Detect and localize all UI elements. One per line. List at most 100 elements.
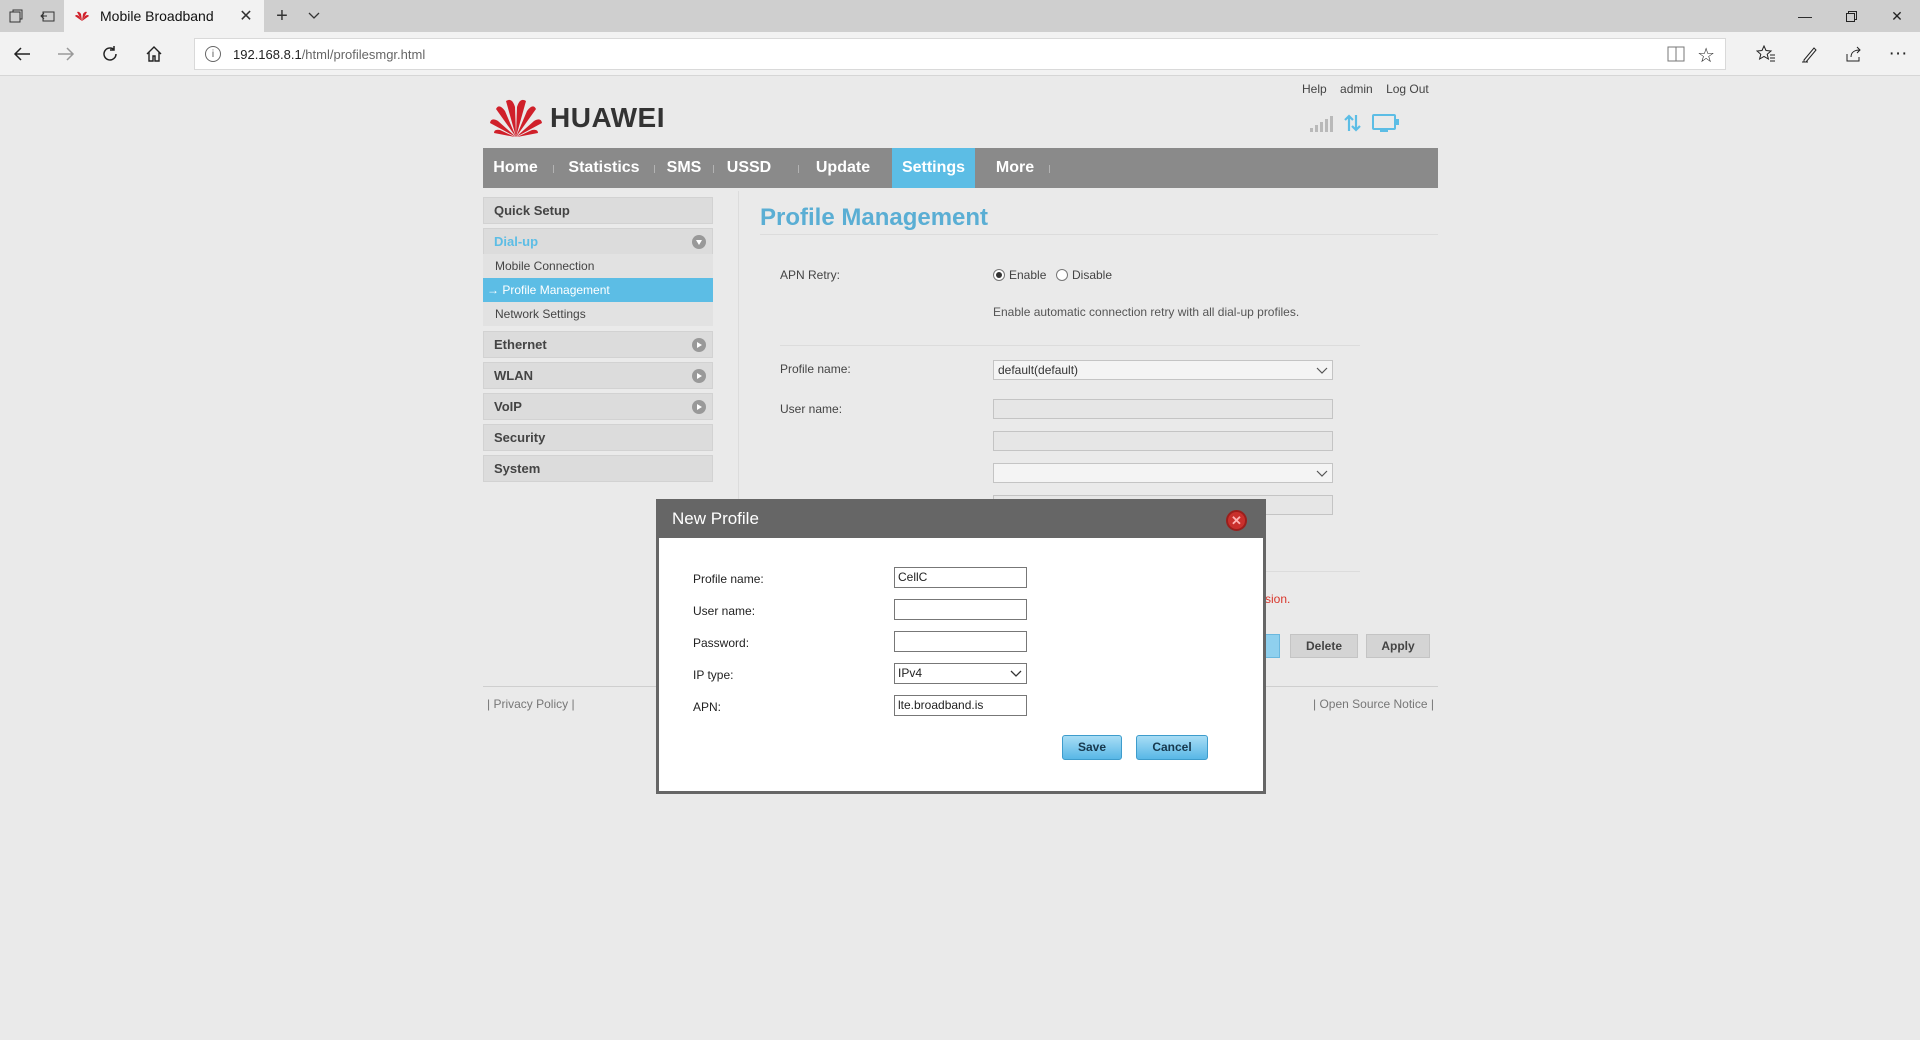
sidebar-dial-up-label: Dial-up	[494, 234, 539, 249]
sidebar-item-profile-management[interactable]: → Profile Management	[483, 278, 713, 302]
data-transfer-icon	[1344, 114, 1361, 132]
chevron-down-icon	[1316, 465, 1328, 487]
apply-button[interactable]: Apply	[1366, 634, 1430, 658]
browser-nav-bar: i 192.168.8.1/html/profilesmgr.html ☆ ··…	[0, 32, 1920, 76]
privacy-policy-link[interactable]: | Privacy Policy |	[487, 697, 575, 711]
apn-label: APN:	[693, 700, 722, 714]
nav-update[interactable]: Update	[803, 148, 883, 188]
brand-name: HUAWEI	[550, 102, 665, 133]
profile-name-input[interactable]: CellC	[894, 567, 1027, 588]
browser-tab-active[interactable]: Mobile Broadband ✕	[64, 0, 264, 32]
apn-retry-enable-radio[interactable]: Enable	[993, 268, 1046, 282]
profile-name-label: Profile name:	[780, 362, 851, 376]
chevron-down-icon	[1316, 362, 1328, 384]
huawei-logo: HUAWEI	[488, 93, 688, 141]
sidebar-quick-setup[interactable]: Quick Setup	[483, 197, 713, 224]
apn-retry-hint: Enable automatic connection retry with a…	[993, 305, 1300, 319]
info-icon[interactable]: i	[205, 46, 221, 62]
user-name-input[interactable]	[894, 599, 1027, 620]
forward-icon[interactable]	[52, 40, 80, 68]
help-link[interactable]: Help	[1302, 82, 1327, 96]
signal-strength-icon	[1310, 116, 1333, 132]
sidebar-security[interactable]: Security	[483, 424, 713, 451]
chevron-down-icon	[1010, 665, 1022, 688]
connected-device-icon	[1372, 114, 1399, 132]
sidebar-system[interactable]: System	[483, 455, 713, 482]
tab-manager-icon[interactable]	[4, 4, 28, 28]
sidebar-voip-label: VoIP	[494, 399, 522, 414]
password-label: Password:	[693, 636, 750, 650]
close-window-icon[interactable]: ✕	[1874, 0, 1920, 32]
tab-title: Mobile Broadband	[100, 8, 214, 24]
pen-icon[interactable]	[1796, 40, 1824, 68]
dialog-header: New Profile ✕	[659, 502, 1263, 538]
radio-unchecked-icon	[1056, 269, 1068, 281]
nav-settings[interactable]: Settings	[892, 148, 975, 188]
nav-ussd[interactable]: USSD	[717, 148, 781, 188]
refresh-icon[interactable]	[96, 40, 124, 68]
logout-link[interactable]: Log Out	[1386, 82, 1429, 96]
close-tab-icon[interactable]: ✕	[236, 6, 256, 26]
delete-button[interactable]: Delete	[1290, 634, 1358, 658]
address-url: 192.168.8.1/html/profilesmgr.html	[233, 47, 426, 62]
ip-type-label: IP type:	[693, 668, 734, 682]
admin-link[interactable]: admin	[1340, 82, 1373, 96]
profile-name-label: Profile name:	[693, 572, 764, 586]
sidebar-item-network-settings[interactable]: Network Settings	[483, 302, 713, 326]
sidebar-item-mobile-connection[interactable]: Mobile Connection	[483, 254, 713, 278]
restore-icon[interactable]	[1828, 0, 1874, 32]
profile-name-select[interactable]: default(default)	[993, 360, 1333, 380]
apn-retry-disable-radio[interactable]: Disable	[1056, 268, 1112, 282]
password-field[interactable]	[993, 431, 1333, 451]
nav-statistics[interactable]: Statistics	[559, 148, 649, 188]
arrow-right-icon: →	[487, 283, 499, 297]
address-bar[interactable]: i 192.168.8.1/html/profilesmgr.html ☆	[194, 38, 1726, 70]
divider	[760, 234, 1438, 235]
user-name-label: User name:	[780, 402, 843, 416]
user-name-label: User name:	[693, 604, 756, 618]
password-input[interactable]	[894, 631, 1027, 652]
close-icon[interactable]: ✕	[1226, 510, 1247, 531]
sidebar-ethernet[interactable]: Ethernet	[483, 331, 713, 358]
reading-view-icon[interactable]	[1667, 46, 1685, 66]
nav-home[interactable]: Home	[483, 148, 548, 188]
minimize-icon[interactable]: —	[1782, 0, 1828, 32]
sidebar-dial-up[interactable]: Dial-up	[483, 228, 713, 255]
user-name-field[interactable]	[993, 399, 1333, 419]
top-links: Help admin Log Out	[1292, 82, 1429, 96]
open-source-notice-link[interactable]: | Open Source Notice |	[1313, 697, 1434, 711]
share-icon[interactable]	[1840, 40, 1868, 68]
ip-type-select[interactable]: IPv4	[894, 663, 1027, 684]
set-aside-tabs-icon[interactable]	[36, 4, 60, 28]
chevron-right-icon	[692, 369, 706, 383]
back-icon[interactable]	[8, 40, 36, 68]
nav-sms[interactable]: SMS	[659, 148, 709, 188]
main-navigation: Home Statistics SMS USSD Update Settings…	[483, 148, 1438, 188]
apn-input[interactable]: lte.broadband.is	[894, 695, 1027, 716]
home-icon[interactable]	[140, 40, 168, 68]
browser-tab-bar: Mobile Broadband ✕ + — ✕	[0, 0, 1920, 32]
favorite-star-icon[interactable]: ☆	[1697, 43, 1715, 68]
nav-more[interactable]: More	[975, 148, 1055, 188]
chevron-down-icon	[692, 235, 706, 249]
chevron-right-icon	[692, 338, 706, 352]
ip-type-value: IPv4	[898, 666, 923, 680]
new-tab-icon[interactable]: +	[270, 4, 294, 28]
apn-retry-label: APN Retry:	[780, 268, 841, 282]
chevron-down-icon[interactable]	[302, 4, 326, 28]
chevron-right-icon	[692, 400, 706, 414]
more-icon[interactable]: ···	[1884, 40, 1912, 68]
huawei-logo-icon	[490, 99, 542, 137]
favorites-hub-icon[interactable]	[1752, 40, 1780, 68]
cancel-button[interactable]: Cancel	[1136, 735, 1208, 760]
page-title: Profile Management	[760, 204, 989, 231]
sidebar-item-label: Profile Management	[502, 283, 610, 297]
sidebar-voip[interactable]: VoIP	[483, 393, 713, 420]
save-button[interactable]: Save	[1062, 735, 1122, 760]
status-icons	[1310, 112, 1410, 134]
radio-checked-icon	[993, 269, 1005, 281]
router-web-page: HUAWEI Help admin Log Out Home Statistic…	[0, 77, 1920, 1040]
auth-type-select[interactable]	[993, 463, 1333, 483]
sidebar-wlan[interactable]: WLAN	[483, 362, 713, 389]
divider	[780, 345, 1360, 346]
